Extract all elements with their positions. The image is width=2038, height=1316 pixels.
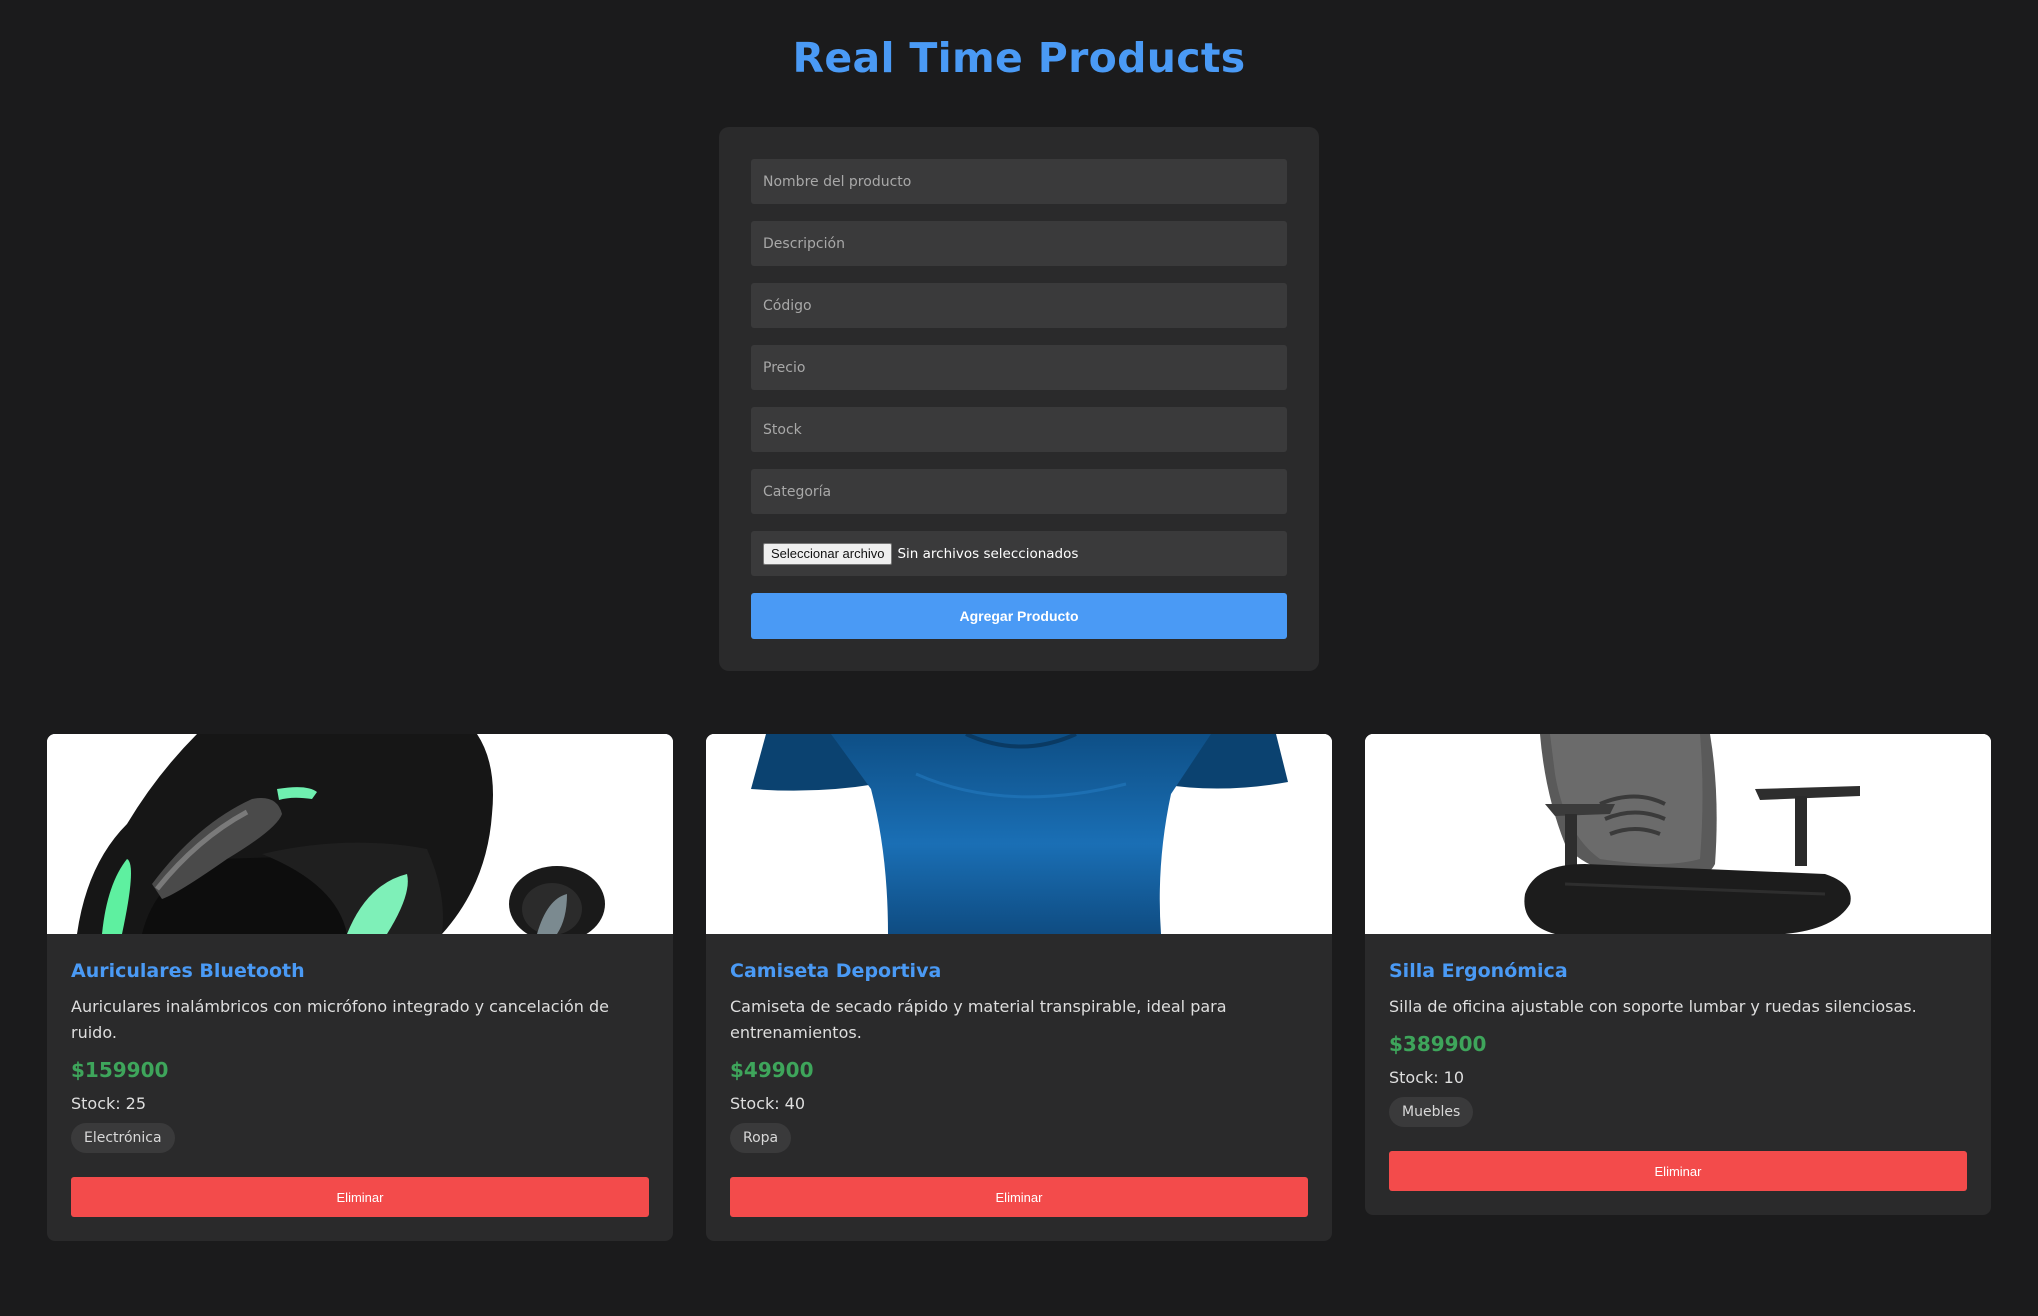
product-name: Camiseta Deportiva xyxy=(730,960,942,982)
delete-product-button[interactable]: Eliminar xyxy=(730,1177,1308,1217)
product-name: Auriculares Bluetooth xyxy=(71,960,305,982)
earbuds-image xyxy=(47,734,673,934)
product-card: Silla Ergonómica Silla de oficina ajusta… xyxy=(1365,734,1991,1215)
stock-value: 10 xyxy=(1443,1068,1465,1087)
product-description: Camiseta de secado rápido y material tra… xyxy=(730,997,1227,1042)
category-badge: Electrónica xyxy=(71,1123,175,1153)
product-stock: Stock: 40 xyxy=(730,1094,1308,1113)
category-badge: Ropa xyxy=(730,1123,792,1153)
product-description: Silla de oficina ajustable con soporte l… xyxy=(1389,997,1917,1016)
select-file-button[interactable]: Seleccionar archivo xyxy=(763,542,893,565)
product-description-input[interactable] xyxy=(751,221,1287,266)
product-price-input[interactable] xyxy=(751,345,1287,390)
file-status-text: Sin archivos seleccionados xyxy=(897,545,1079,562)
delete-product-button[interactable]: Eliminar xyxy=(1389,1151,1967,1191)
delete-product-button[interactable]: Eliminar xyxy=(71,1177,649,1217)
product-price: $159900 xyxy=(71,1058,169,1082)
product-name-input[interactable] xyxy=(751,159,1287,204)
stock-label: Stock: xyxy=(71,1094,121,1113)
product-card: Auriculares Bluetooth Auriculares inalám… xyxy=(47,734,673,1241)
stock-value: 25 xyxy=(125,1094,147,1113)
product-stock-input[interactable] xyxy=(751,407,1287,452)
product-code-input[interactable] xyxy=(751,283,1287,328)
product-price: $389900 xyxy=(1389,1032,1487,1056)
office-chair-image xyxy=(1365,734,1991,934)
tshirt-image xyxy=(706,734,1332,934)
stock-value: 40 xyxy=(784,1094,806,1113)
stock-label: Stock: xyxy=(1389,1068,1439,1087)
product-stock: Stock: 10 xyxy=(1389,1068,1967,1087)
add-product-form: Seleccionar archivo Sin archivos selecci… xyxy=(719,127,1319,671)
file-input: Seleccionar archivo Sin archivos selecci… xyxy=(751,531,1287,576)
product-stock: Stock: 25 xyxy=(71,1094,649,1113)
add-product-button[interactable]: Agregar Producto xyxy=(751,593,1287,639)
product-price: $49900 xyxy=(730,1058,814,1082)
product-list: Auriculares Bluetooth Auriculares inalám… xyxy=(47,734,1991,1241)
product-category-input[interactable] xyxy=(751,469,1287,514)
product-name: Silla Ergonómica xyxy=(1389,960,1568,982)
product-card: Camiseta Deportiva Camiseta de secado rá… xyxy=(706,734,1332,1241)
category-badge: Muebles xyxy=(1389,1097,1474,1127)
stock-label: Stock: xyxy=(730,1094,780,1113)
page-title: Real Time Products xyxy=(792,34,1246,82)
product-description: Auriculares inalámbricos con micrófono i… xyxy=(71,997,610,1042)
